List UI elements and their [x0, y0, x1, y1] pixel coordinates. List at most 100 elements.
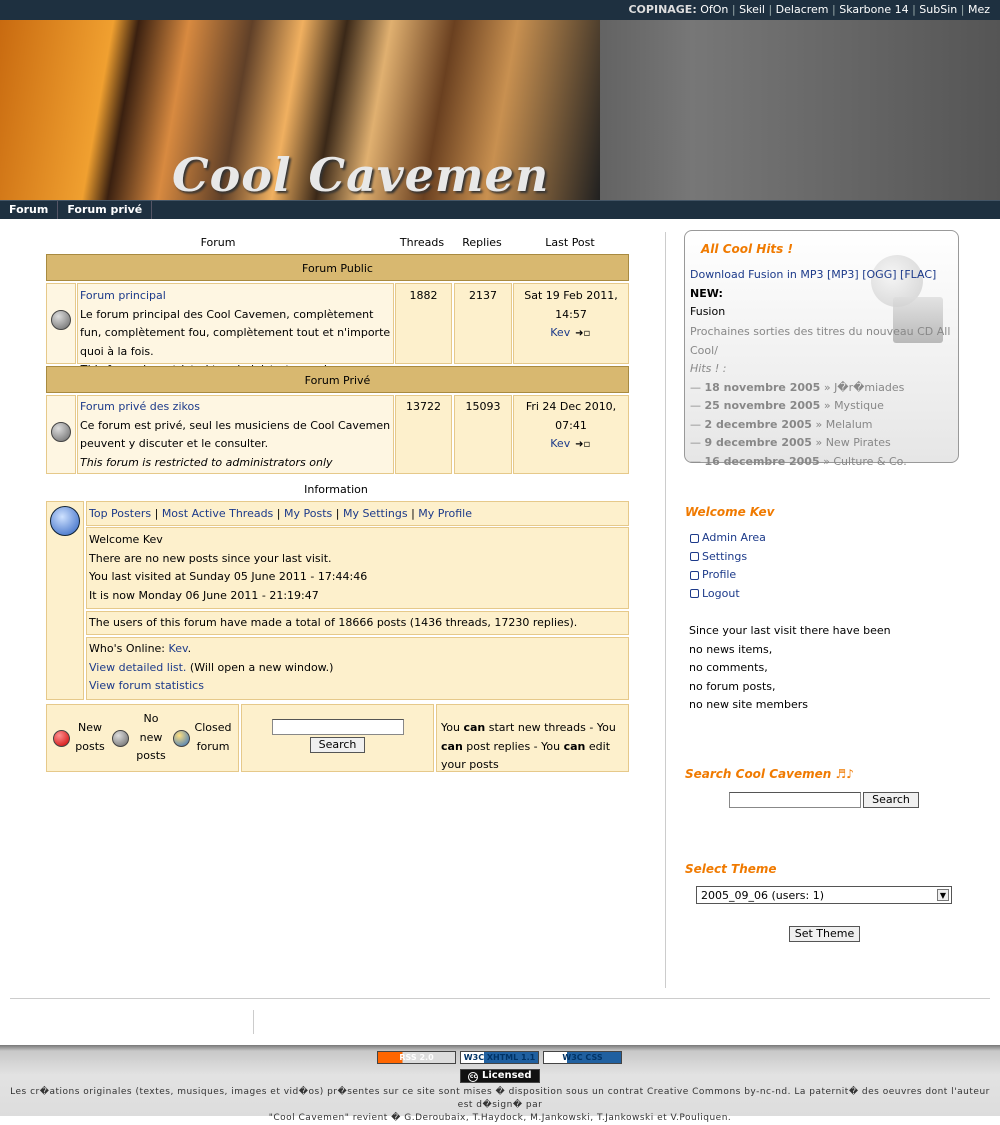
bullet-icon: [690, 570, 699, 580]
cc-license-badge[interactable]: cc Licensed: [460, 1069, 540, 1083]
copinage-label: COPINAGE:: [628, 3, 697, 16]
category-header: Forum Privé: [46, 366, 629, 393]
set-theme-button[interactable]: Set Theme: [789, 926, 860, 942]
nav-forum[interactable]: Forum: [0, 201, 59, 219]
site-search-input[interactable]: [729, 792, 861, 808]
closed-forum-icon: [173, 730, 190, 747]
thread-count: 1882: [395, 283, 452, 364]
since-last-visit: Since your last visit there have been no…: [689, 624, 891, 711]
release-item: — 18 novembre 2005 » J�r�miades: [690, 380, 905, 394]
copinage-link-ofon[interactable]: OfOn: [700, 3, 728, 16]
most-active-threads-link[interactable]: Most Active Threads: [162, 507, 273, 520]
reply-count: 15093: [454, 395, 512, 474]
chevron-down-icon[interactable]: ▼: [937, 889, 949, 901]
flac-link[interactable]: [FLAC]: [900, 268, 936, 281]
info-cube-icon: [50, 506, 80, 536]
bullet-icon: [690, 533, 699, 543]
admin-area-link[interactable]: Admin Area: [702, 531, 766, 544]
post-totals: The users of this forum have made a tota…: [86, 611, 629, 635]
info-links-bar: Top Posters | Most Active Threads | My P…: [86, 501, 629, 526]
copinage-link-skeil[interactable]: Skeil: [739, 3, 765, 16]
my-posts-link[interactable]: My Posts: [284, 507, 332, 520]
site-search-title: Search Cool Cavemen ♬♪: [685, 767, 854, 781]
last-post-user[interactable]: Kev: [550, 326, 570, 339]
info-title: Information: [304, 483, 368, 496]
rss-badge[interactable]: RSS 2.0: [377, 1051, 456, 1064]
goto-last-post-icon[interactable]: ➜▫: [574, 440, 592, 450]
nav-forum-prive[interactable]: Forum privé: [58, 201, 153, 219]
cc-icon: cc: [468, 1072, 479, 1082]
no-new-posts-icon: [51, 310, 71, 330]
welcome-box: Welcome Kev There are no new posts since…: [86, 527, 629, 609]
theme-title: Select Theme: [685, 862, 777, 876]
forum-search: Search: [241, 704, 434, 772]
new-label: NEW:: [690, 286, 723, 300]
category-header: Forum Public: [46, 254, 629, 281]
copinage-link-skarbone[interactable]: Skarbone 14: [839, 3, 908, 16]
site-banner: Cool Cavemen: [0, 20, 1000, 200]
release-item: — 16 decembre 2005 » Culture & Co.: [690, 454, 907, 468]
last-post-user[interactable]: Kev: [550, 437, 570, 450]
forum-link[interactable]: Forum privé des zikos: [80, 400, 200, 413]
xhtml-badge[interactable]: W3C XHTML 1.1: [460, 1051, 539, 1064]
copinage-link-delacrem[interactable]: Delacrem: [776, 3, 829, 16]
whos-online-label: Who's Online:: [89, 642, 166, 655]
hits-title: All Cool Hits !: [701, 242, 793, 256]
release-item: — 25 novembre 2005 » Mystique: [690, 399, 884, 412]
thread-count: 13722: [395, 395, 452, 474]
main-nav: Forum Forum privé: [0, 200, 1000, 219]
mp3-link[interactable]: [MP3]: [827, 268, 859, 281]
forum-search-input[interactable]: [271, 719, 404, 735]
last-post-date: Sat 19 Feb 2011, 14:57: [524, 289, 618, 321]
legend-closed: Closed forum: [194, 721, 232, 753]
settings-link[interactable]: Settings: [702, 550, 747, 563]
detailed-list-link[interactable]: View detailed list.: [89, 661, 186, 674]
copinage-link-subsin[interactable]: SubSin: [919, 3, 957, 16]
new-title: Fusion: [690, 305, 726, 318]
forum-description: Ce forum est privé, seul les musiciens d…: [80, 418, 391, 451]
welcome-title: Welcome Kev: [685, 505, 775, 519]
logout-link[interactable]: Logout: [702, 587, 740, 600]
top-bar: COPINAGE: OfOn | Skeil | Delacrem | Skar…: [0, 0, 1000, 20]
legend-no-new: No new posts: [136, 712, 166, 762]
top-posters-link[interactable]: Top Posters: [89, 507, 151, 520]
column-divider: [665, 232, 666, 988]
welcome-text: Welcome Kev: [89, 533, 163, 546]
col-header-replies: Replies: [462, 236, 502, 249]
no-new-posts-icon: [51, 422, 71, 442]
legend-new: New posts: [75, 721, 105, 753]
my-profile-link[interactable]: My Profile: [418, 507, 472, 520]
cool-hits-box: All Cool Hits ! Download Fusion in MP3 […: [684, 230, 959, 468]
current-time-text: It is now Monday 06 June 2011 - 21:19:47: [89, 588, 319, 602]
forum-stats-link[interactable]: View forum statistics: [89, 679, 204, 692]
icon-legend: New posts No new posts Closed forum: [46, 704, 239, 772]
last-visit-text: You last visited at Sunday 05 June 2011 …: [89, 570, 368, 583]
site-logo: Cool Cavemen: [172, 148, 550, 200]
goto-last-post-icon[interactable]: ➜▫: [574, 329, 592, 339]
no-new-posts-legend-icon: [112, 730, 129, 747]
online-user-link[interactable]: Kev: [169, 642, 188, 655]
last-post-cell: Sat 19 Feb 2011, 14:57 Kev ➜▫: [513, 283, 629, 364]
theme-select-value: 2005_09_06 (users: 1): [701, 889, 824, 902]
user-menu: Admin Area Settings Profile Logout: [690, 529, 766, 603]
upcoming-text: Prochaines sorties des titres du nouveau…: [690, 325, 951, 357]
release-item: — 9 decembre 2005 » New Pirates: [690, 436, 891, 449]
col-header-threads: Threads: [399, 236, 445, 249]
upcoming-italic: Hits ! :: [690, 362, 727, 375]
ogg-link[interactable]: [OGG]: [862, 268, 896, 281]
permissions-box: You can start new threads - You can post…: [436, 704, 629, 772]
forum-link[interactable]: Forum principal: [80, 289, 166, 302]
last-post-cell: Fri 24 Dec 2010, 07:41 Kev ➜▫: [513, 395, 629, 474]
forum-search-button[interactable]: Search: [309, 737, 366, 753]
my-settings-link[interactable]: My Settings: [343, 507, 408, 520]
forum-description: Le forum principal des Cool Cavemen, com…: [80, 307, 391, 358]
theme-select[interactable]: 2005_09_06 (users: 1) ▼: [696, 886, 952, 904]
last-post-date: Fri 24 Dec 2010, 07:41: [525, 400, 617, 432]
download-fusion-link[interactable]: Download Fusion in MP3: [690, 268, 824, 281]
profile-link[interactable]: Profile: [702, 568, 736, 581]
copinage-link-mez[interactable]: Mez: [968, 3, 990, 16]
release-item: — 2 decembre 2005 » Melalum: [690, 417, 873, 431]
css-badge[interactable]: W3C CSS: [543, 1051, 622, 1064]
detailed-list-note: (Will open a new window.): [189, 660, 334, 674]
site-search-button[interactable]: Search: [863, 792, 919, 808]
